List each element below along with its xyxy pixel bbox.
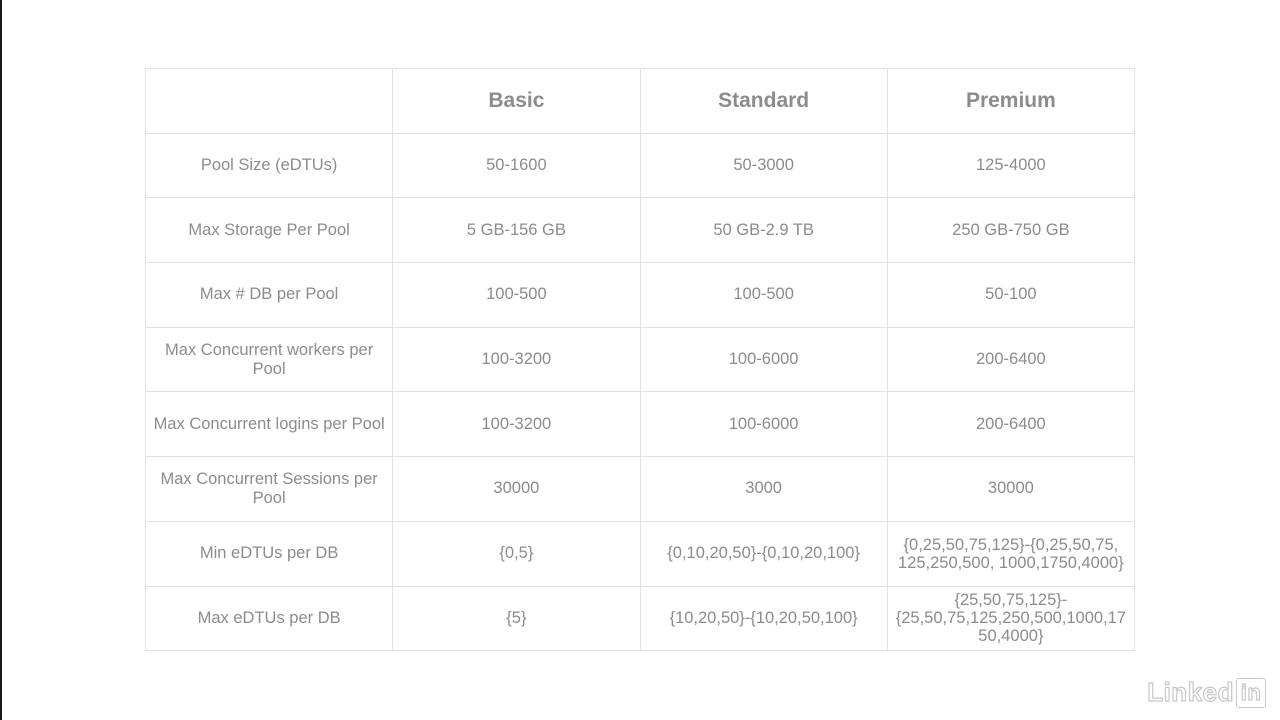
standard-value: 100-500 [639, 262, 888, 328]
row-label: Max Concurrent workers per Pool [144, 326, 394, 393]
table-row: Max Storage Per Pool 5 GB-156 GB 50 GB-2… [144, 197, 1136, 264]
premium-value: 200-6400 [886, 326, 1136, 393]
row-label: Max Concurrent Sessions per Pool [144, 456, 394, 522]
table-row: Max Concurrent logins per Pool 100-3200 … [144, 391, 1136, 458]
table-row: Max eDTUs per DB {5} {10,20,50}-{10,20,5… [144, 585, 1136, 652]
tier-comparison-table: Basic Standard Premium Pool Size (eDTUs)… [144, 68, 1136, 652]
premium-value: 125-4000 [886, 132, 1136, 199]
table-row: Max # DB per Pool 100-500 100-500 50-100 [144, 262, 1136, 328]
row-label: Pool Size (eDTUs) [144, 132, 394, 199]
row-label: Max Concurrent logins per Pool [144, 391, 394, 458]
watermark-text: Linked [1147, 676, 1234, 707]
basic-value: 50-1600 [392, 132, 641, 199]
premium-value: 30000 [886, 456, 1136, 522]
row-label: Min eDTUs per DB [144, 520, 394, 587]
standard-value: 50 GB-2.9 TB [639, 197, 888, 264]
table-row: Pool Size (eDTUs) 50-1600 50-3000 125-40… [144, 132, 1136, 199]
standard-value: 100-6000 [639, 391, 888, 458]
standard-value: 100-6000 [639, 326, 888, 393]
premium-value: 200-6400 [886, 391, 1136, 458]
standard-value: 50-3000 [639, 132, 888, 199]
basic-value: {5} [392, 585, 641, 652]
linkedin-watermark-logo: Linked in [1147, 676, 1266, 708]
header-basic: Basic [392, 68, 641, 134]
basic-value: 100-500 [392, 262, 641, 328]
basic-value: 5 GB-156 GB [392, 197, 641, 264]
basic-value: {0,5} [392, 520, 641, 587]
watermark-in-box: in [1236, 677, 1266, 708]
premium-value: {0,25,50,75,125}-{0,25,50,75, 125,250,50… [886, 520, 1136, 587]
basic-value: 100-3200 [392, 326, 641, 393]
header-empty-cell [144, 68, 394, 134]
standard-value: {0,10,20,50}-{0,10,20,100} [639, 520, 888, 587]
table-row: Max Concurrent workers per Pool 100-3200… [144, 326, 1136, 393]
row-label: Max eDTUs per DB [144, 585, 394, 652]
premium-value: 250 GB-750 GB [886, 197, 1136, 264]
row-label: Max # DB per Pool [144, 262, 394, 328]
table-row: Max Concurrent Sessions per Pool 30000 3… [144, 456, 1136, 522]
standard-value: 3000 [639, 456, 888, 522]
standard-value: {10,20,50}-{10,20,50,100} [639, 585, 888, 652]
basic-value: 100-3200 [392, 391, 641, 458]
table-header-row: Basic Standard Premium [144, 68, 1136, 134]
row-label: Max Storage Per Pool [144, 197, 394, 264]
table-row: Min eDTUs per DB {0,5} {0,10,20,50}-{0,1… [144, 520, 1136, 587]
premium-value: {25,50,75,125}- {25,50,75,125,250,500,10… [886, 585, 1136, 652]
premium-value: 50-100 [886, 262, 1136, 328]
header-standard: Standard [639, 68, 888, 134]
frame-edge [0, 0, 2, 720]
header-premium: Premium [886, 68, 1136, 134]
basic-value: 30000 [392, 456, 641, 522]
